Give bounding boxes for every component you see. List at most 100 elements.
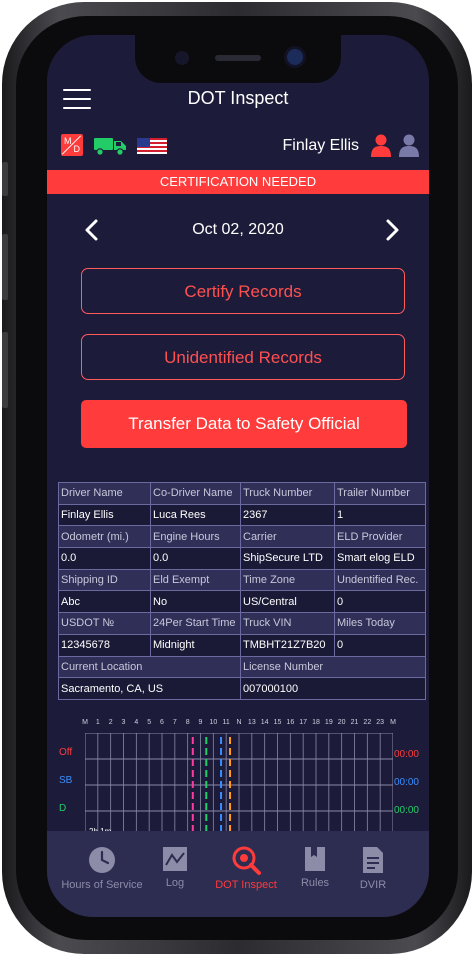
- table-cell: 12345678: [58, 633, 151, 657]
- table-header-cell: Truck VIN: [240, 612, 335, 635]
- hour-label: 6: [160, 719, 164, 726]
- hour-label: 22: [363, 719, 372, 726]
- driver-user-icon[interactable]: [369, 133, 393, 157]
- us-flag-icon[interactable]: [137, 138, 167, 154]
- table-row: Sacramento, CA, US 007000100: [58, 677, 426, 700]
- table-cell: Abc: [58, 590, 151, 614]
- table-cell: 0.0: [58, 547, 151, 570]
- table-header-cell: Current Location: [58, 655, 241, 679]
- chart-grid: [85, 733, 393, 837]
- tab-rules[interactable]: Rules: [293, 831, 337, 901]
- duty-status-chart[interactable]: M 1 2 3 4 5 6 7 8 9 10 11 N 13 14 15 16 17 18 19 20 21 22 23 M O…: [47, 719, 429, 837]
- table-row: Abc No US/Central 0: [58, 590, 426, 614]
- hour-label: 19: [324, 719, 333, 726]
- table-cell: 2367: [240, 503, 335, 527]
- unidentified-records-button[interactable]: Unidentified Records: [81, 334, 405, 380]
- table-header-row: Odometr (mi.) Engine Hours Carrier ELD P…: [58, 525, 426, 549]
- sensor-icon: [287, 49, 303, 65]
- table-cell: US/Central: [240, 590, 335, 614]
- table-header-cell: Miles Today: [334, 612, 426, 635]
- certification-banner[interactable]: CERTIFICATION NEEDED: [47, 170, 429, 194]
- table-cell: Finlay Ellis: [58, 503, 151, 527]
- truck-icon[interactable]: [94, 136, 128, 156]
- table-header-row: Current Location License Number: [58, 655, 426, 679]
- table-header-cell: Undentified Rec.: [334, 568, 426, 592]
- table-header-cell: ELD Provider: [334, 525, 426, 549]
- notch: [135, 35, 341, 83]
- table-cell: 007000100: [240, 677, 426, 700]
- tab-log[interactable]: Log: [155, 831, 195, 901]
- tab-dot-inspect[interactable]: DOT Inspect: [209, 831, 283, 901]
- hour-label: M: [390, 719, 396, 726]
- table-header-row: Shipping ID Eld Exempt Time Zone Undenti…: [58, 568, 426, 592]
- transfer-data-button[interactable]: Transfer Data to Safety Official: [81, 400, 407, 448]
- hour-label: 4: [134, 719, 139, 726]
- table-header-cell: Time Zone: [240, 568, 335, 592]
- table-cell: 0: [334, 633, 426, 657]
- hour-label: 23: [376, 719, 385, 726]
- hour-label: 18: [312, 719, 320, 726]
- tab-hours-of-service[interactable]: Hours of Service: [53, 831, 151, 901]
- table-cell: TMBHT21Z7B20: [240, 633, 335, 657]
- table-header-cell: Carrier: [240, 525, 335, 549]
- hour-label: 8: [185, 719, 190, 726]
- hour-label: 3: [121, 719, 126, 726]
- hour-labels: M 1 2 3 4 5 6 7 8 9 10 11 N 13 14 15 16 17 18 19 20 21 22 23 M: [81, 719, 401, 731]
- table-cell: ShipSecure LTD: [240, 547, 335, 570]
- inspection-info-table: Driver Name Co-Driver Name Truck Number …: [58, 482, 426, 700]
- table-header-cell: USDOT №: [58, 612, 151, 635]
- mute-switch: [2, 162, 8, 196]
- chart-line-icon: [163, 847, 187, 871]
- table-cell: Smart elog ELD: [334, 547, 426, 570]
- camera-icon: [175, 51, 189, 65]
- table-header-row: USDOT № 24Per Start Time Truck VIN Miles…: [58, 612, 426, 635]
- clock-icon: [89, 847, 115, 873]
- hour-label: 13: [247, 719, 256, 726]
- date-navigator: Oct 02, 2020: [47, 213, 429, 247]
- codriver-user-icon[interactable]: [397, 133, 421, 157]
- hour-label: M: [82, 719, 88, 726]
- table-header-row: Driver Name Co-Driver Name Truck Number …: [58, 482, 426, 505]
- hour-label: 9: [198, 719, 203, 726]
- table-header-cell: Truck Number: [240, 482, 335, 505]
- volume-up-button: [2, 234, 8, 300]
- current-date: Oct 02, 2020: [192, 221, 284, 238]
- row-label-d: D: [59, 803, 67, 814]
- table-header-cell: Odometr (mi.): [58, 525, 151, 549]
- malfunction-diagnostic-icon[interactable]: M D: [61, 134, 83, 156]
- hour-label: 14: [260, 719, 269, 726]
- table-cell: 0: [334, 590, 426, 614]
- volume-down-button: [2, 332, 8, 408]
- row-label-sb: SB: [59, 775, 73, 786]
- table-header-cell: 24Per Start Time: [150, 612, 241, 635]
- hour-label: 16: [286, 719, 295, 726]
- table-header-cell: Engine Hours: [150, 525, 241, 549]
- hour-label: 10: [209, 719, 218, 726]
- book-icon: [305, 847, 325, 871]
- inspect-icon: [232, 846, 261, 875]
- bottom-tab-bar: Hours of Service Log DOT Inspect Rules D…: [47, 831, 429, 917]
- table-header-cell: Co-Driver Name: [150, 482, 241, 505]
- table-row: Finlay Ellis Luca Rees 2367 1: [58, 503, 426, 527]
- table-cell: Sacramento, CA, US: [58, 677, 241, 700]
- chevron-right-icon[interactable]: [377, 215, 407, 245]
- certify-records-button[interactable]: Certify Records: [81, 268, 405, 314]
- driver-name[interactable]: Finlay Ellis: [283, 137, 359, 155]
- table-header-cell: Shipping ID: [58, 568, 151, 592]
- table-cell: No: [150, 590, 241, 614]
- table-cell: Luca Rees: [150, 503, 241, 527]
- table-header-cell: License Number: [240, 655, 426, 679]
- hour-label: N: [236, 719, 242, 726]
- hour-label: 2: [108, 719, 113, 726]
- table-cell: 1: [334, 503, 426, 527]
- table-header-cell: Eld Exempt: [150, 568, 241, 592]
- tab-dvir[interactable]: DVIR: [351, 831, 395, 901]
- hour-label: 1: [95, 719, 100, 726]
- document-icon: [363, 847, 383, 873]
- table-header-cell: Trailer Number: [334, 482, 426, 505]
- hour-label: 11: [222, 719, 230, 726]
- speaker-icon: [215, 55, 261, 61]
- table-row: 0.0 0.0 ShipSecure LTD Smart elog ELD: [58, 547, 426, 570]
- hour-label: 17: [299, 719, 308, 726]
- status-row: M D Finlay Ellis: [47, 133, 429, 159]
